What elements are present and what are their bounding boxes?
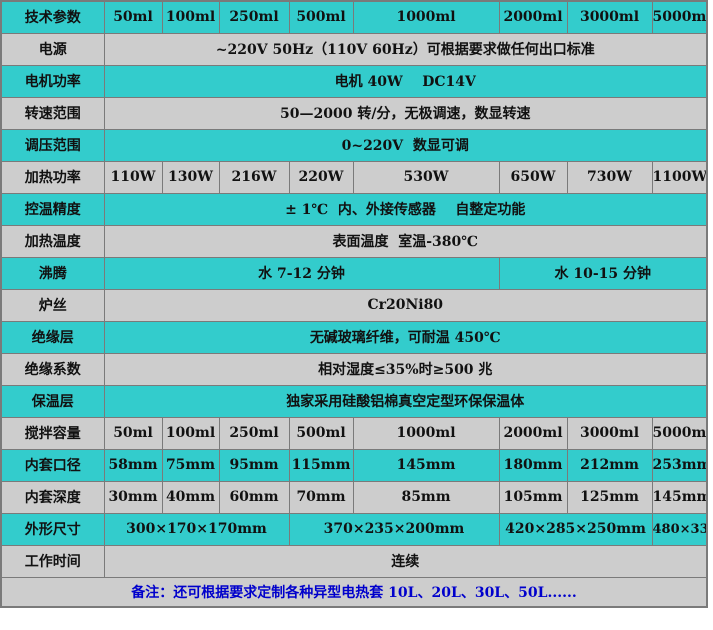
cell-size-5000: 5000ml bbox=[651, 0, 708, 34]
cell-size-50: 50ml bbox=[103, 0, 163, 34]
row-label: 绝缘系数 bbox=[0, 352, 105, 386]
cell-outer-size: 300×170×170mm bbox=[103, 512, 290, 546]
row-value: 电机 40W DC14V bbox=[103, 64, 708, 98]
cell-power: 650W bbox=[498, 160, 568, 194]
row-value: 50—2000 转/分，无极调速，数显转速 bbox=[103, 96, 708, 130]
row-value: 连续 bbox=[103, 544, 708, 578]
row-heat-power: 加热功率 110W 130W 216W 220W 530W 650W 730W … bbox=[0, 160, 708, 194]
cell-diameter: 212mm bbox=[566, 448, 653, 482]
row-motor: 电机功率 电机 40W DC14V bbox=[0, 64, 708, 98]
row-heat-temp: 加热温度 表面温度 室温-380℃ bbox=[0, 224, 708, 258]
cell-size-2000: 2000ml bbox=[498, 0, 568, 34]
row-insulation-coef: 绝缘系数 相对湿度≤35%时≥500 兆 bbox=[0, 352, 708, 386]
cell-outer-size: 420×285×250mm bbox=[498, 512, 653, 546]
cell-depth: 85mm bbox=[352, 480, 500, 514]
cell-capacity: 500ml bbox=[288, 416, 354, 450]
row-label: 炉丝 bbox=[0, 288, 105, 322]
row-outer-size: 外形尺寸 300×170×170mm 370×235×200mm 420×285… bbox=[0, 512, 708, 546]
cell-boil-small: 水 7-12 分钟 bbox=[103, 256, 500, 290]
row-label: 控温精度 bbox=[0, 192, 105, 226]
row-tech-params: 技术参数 50ml 100ml 250ml 500ml 1000ml 2000m… bbox=[0, 0, 708, 34]
cell-power: 130W bbox=[161, 160, 220, 194]
cell-size-3000: 3000ml bbox=[566, 0, 653, 34]
cell-diameter: 115mm bbox=[288, 448, 354, 482]
row-label: 内套口径 bbox=[0, 448, 105, 482]
cell-capacity: 100ml bbox=[161, 416, 220, 450]
cell-power: 530W bbox=[352, 160, 500, 194]
cell-diameter: 180mm bbox=[498, 448, 568, 482]
row-work-time: 工作时间 连续 bbox=[0, 544, 708, 578]
cell-depth: 40mm bbox=[161, 480, 220, 514]
cell-boil-large: 水 10-15 分钟 bbox=[498, 256, 708, 290]
row-value: 0~220V 数显可调 bbox=[103, 128, 708, 162]
row-value: ± 1℃ 内、外接传感器 自整定功能 bbox=[103, 192, 708, 226]
cell-power: 110W bbox=[103, 160, 163, 194]
cell-size-500: 500ml bbox=[288, 0, 354, 34]
row-label: 转速范围 bbox=[0, 96, 105, 130]
cell-diameter: 95mm bbox=[218, 448, 290, 482]
row-label: 外形尺寸 bbox=[0, 512, 105, 546]
row-label: 工作时间 bbox=[0, 544, 105, 578]
row-label: 保温层 bbox=[0, 384, 105, 418]
cell-diameter: 58mm bbox=[103, 448, 163, 482]
row-inner-diameter: 内套口径 58mm 75mm 95mm 115mm 145mm 180mm 21… bbox=[0, 448, 708, 482]
cell-depth: 30mm bbox=[103, 480, 163, 514]
cell-diameter: 253mm bbox=[651, 448, 708, 482]
cell-power: 220W bbox=[288, 160, 354, 194]
cell-outer-size: 480×330×260 bbox=[651, 512, 708, 546]
row-label: 调压范围 bbox=[0, 128, 105, 162]
cell-size-1000: 1000ml bbox=[352, 0, 500, 34]
row-note: 备注：还可根据要求定制各种异型电热套 10L、20L、30L、50L...... bbox=[0, 576, 708, 608]
cell-size-100: 100ml bbox=[161, 0, 220, 34]
row-capacity: 搅拌容量 50ml 100ml 250ml 500ml 1000ml 2000m… bbox=[0, 416, 708, 450]
row-label: 加热功率 bbox=[0, 160, 105, 194]
cell-capacity: 250ml bbox=[218, 416, 290, 450]
cell-power: 1100W bbox=[651, 160, 708, 194]
cell-size-250: 250ml bbox=[218, 0, 290, 34]
cell-capacity: 2000ml bbox=[498, 416, 568, 450]
row-boil: 沸腾 水 7-12 分钟 水 10-15 分钟 bbox=[0, 256, 708, 290]
cell-depth: 70mm bbox=[288, 480, 354, 514]
row-label: 技术参数 bbox=[0, 0, 105, 34]
row-keep-warm: 保温层 独家采用硅酸铝棉真空定型环保保温体 bbox=[0, 384, 708, 418]
cell-diameter: 145mm bbox=[352, 448, 500, 482]
note-text: 备注：还可根据要求定制各种异型电热套 10L、20L、30L、50L...... bbox=[0, 576, 708, 608]
cell-outer-size: 370×235×200mm bbox=[288, 512, 500, 546]
row-inner-depth: 内套深度 30mm 40mm 60mm 70mm 85mm 105mm 125m… bbox=[0, 480, 708, 514]
cell-capacity: 5000ml bbox=[651, 416, 708, 450]
row-label: 加热温度 bbox=[0, 224, 105, 258]
row-label: 绝缘层 bbox=[0, 320, 105, 354]
cell-power: 730W bbox=[566, 160, 653, 194]
cell-capacity: 1000ml bbox=[352, 416, 500, 450]
row-value: 相对湿度≤35%时≥500 兆 bbox=[103, 352, 708, 386]
row-value: Cr20Ni80 bbox=[103, 288, 708, 322]
row-speed: 转速范围 50—2000 转/分，无极调速，数显转速 bbox=[0, 96, 708, 130]
row-value: 独家采用硅酸铝棉真空定型环保保温体 bbox=[103, 384, 708, 418]
cell-capacity: 3000ml bbox=[566, 416, 653, 450]
row-label: 搅拌容量 bbox=[0, 416, 105, 450]
cell-depth: 145mm bbox=[651, 480, 708, 514]
cell-power: 216W bbox=[218, 160, 290, 194]
spec-table: 技术参数 50ml 100ml 250ml 500ml 1000ml 2000m… bbox=[0, 0, 709, 608]
cell-capacity: 50ml bbox=[103, 416, 163, 450]
row-label: 沸腾 bbox=[0, 256, 105, 290]
row-voltage: 调压范围 0~220V 数显可调 bbox=[0, 128, 708, 162]
row-value: 表面温度 室温-380℃ bbox=[103, 224, 708, 258]
row-precision: 控温精度 ± 1℃ 内、外接传感器 自整定功能 bbox=[0, 192, 708, 226]
row-label: 内套深度 bbox=[0, 480, 105, 514]
row-power: 电源 ~220V 50Hz（110V 60Hz）可根据要求做任何出口标准 bbox=[0, 32, 708, 66]
row-value: ~220V 50Hz（110V 60Hz）可根据要求做任何出口标准 bbox=[103, 32, 708, 66]
row-label: 电机功率 bbox=[0, 64, 105, 98]
cell-diameter: 75mm bbox=[161, 448, 220, 482]
cell-depth: 60mm bbox=[218, 480, 290, 514]
row-wire: 炉丝 Cr20Ni80 bbox=[0, 288, 708, 322]
cell-depth: 105mm bbox=[498, 480, 568, 514]
row-value: 无碱玻璃纤维，可耐温 450℃ bbox=[103, 320, 708, 354]
row-insulation: 绝缘层 无碱玻璃纤维，可耐温 450℃ bbox=[0, 320, 708, 354]
cell-depth: 125mm bbox=[566, 480, 653, 514]
row-label: 电源 bbox=[0, 32, 105, 66]
